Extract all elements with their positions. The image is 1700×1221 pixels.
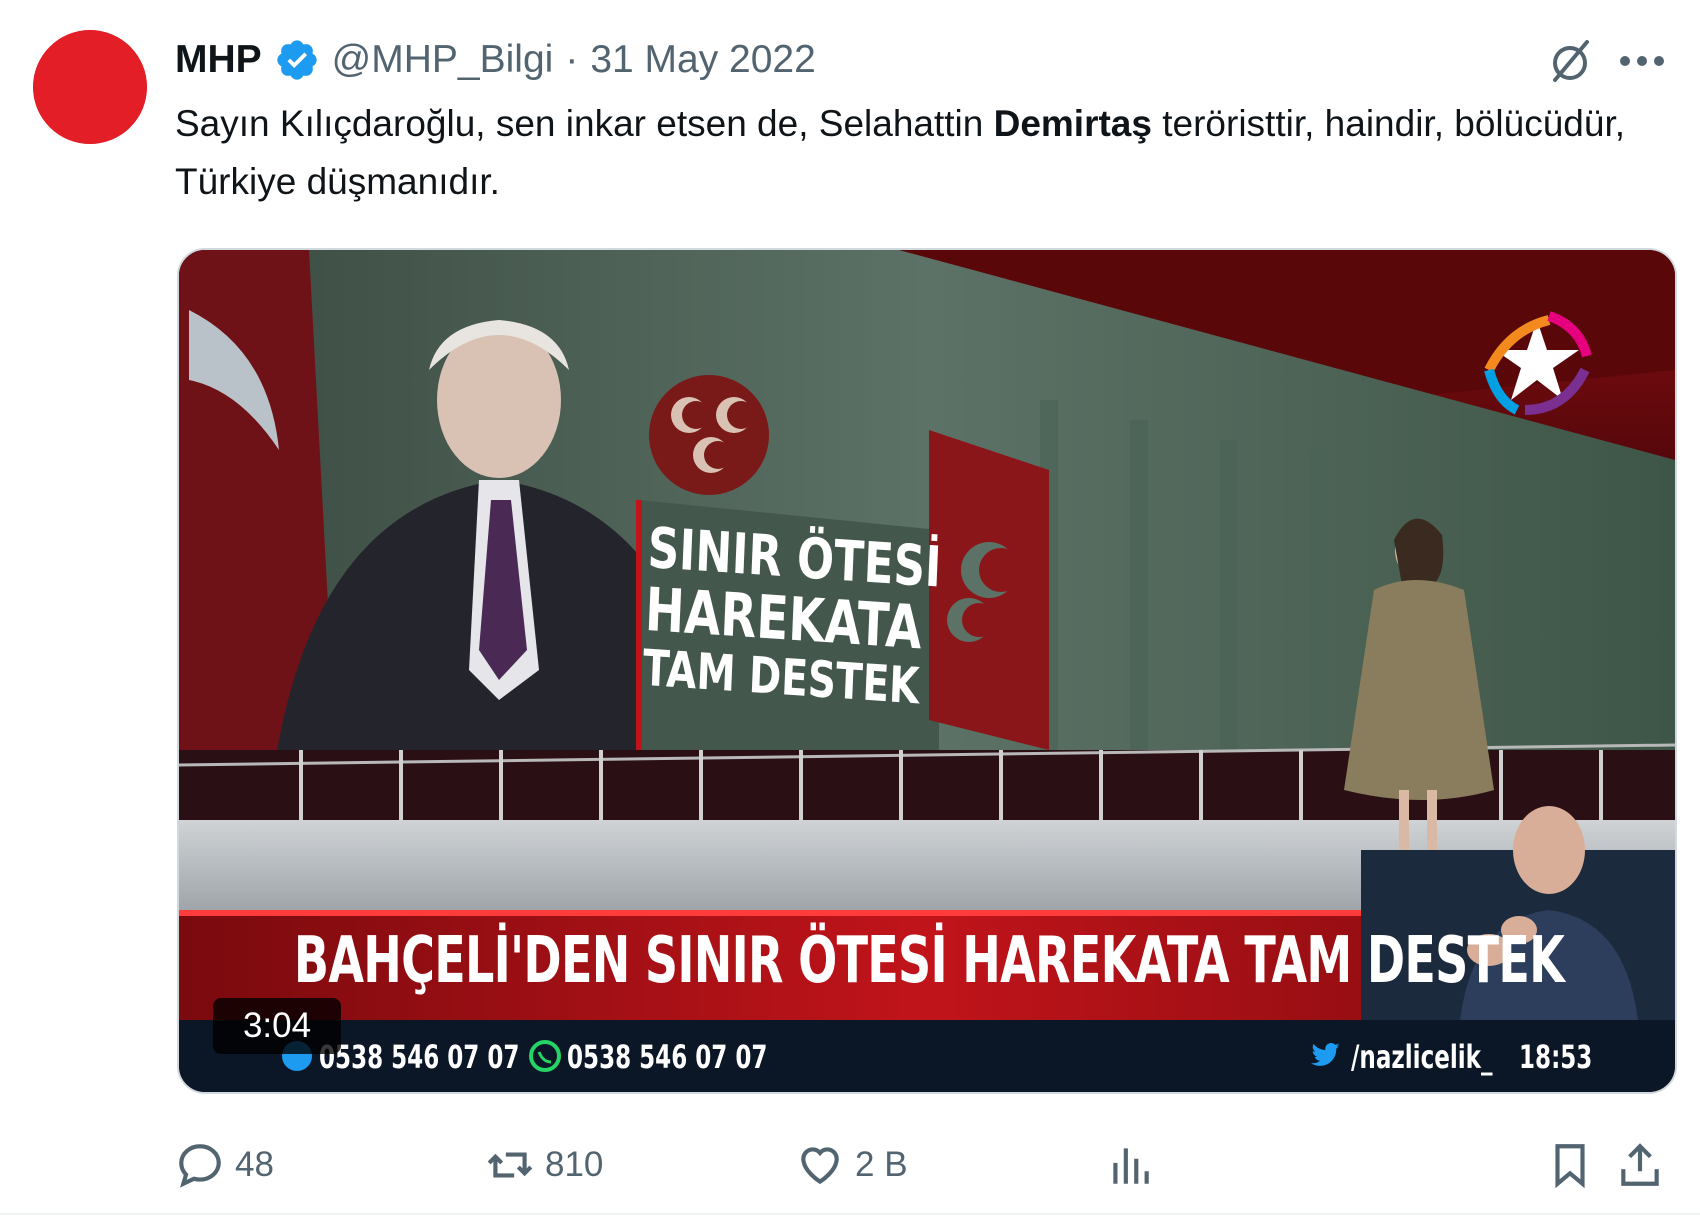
video-duration: 3:04 bbox=[213, 998, 341, 1054]
tweet-text: Sayın Kılıçdaroğlu, sen inkar etsen de, … bbox=[175, 95, 1655, 211]
ticker-phone-2: 0538 546 07 07 bbox=[567, 1038, 768, 1076]
action-bar: 48 810 2 B bbox=[175, 1130, 1675, 1200]
share-icon bbox=[1621, 1143, 1659, 1186]
separator-dot: · bbox=[565, 38, 579, 81]
whatsapp-icon bbox=[529, 1040, 561, 1072]
retweet-count: 810 bbox=[545, 1145, 604, 1184]
avatar[interactable] bbox=[33, 30, 147, 144]
tweet-date[interactable]: 31 May 2022 bbox=[590, 38, 816, 82]
author-handle[interactable]: @MHP_Bilgi bbox=[332, 38, 554, 82]
like-count: 2 B bbox=[855, 1145, 908, 1184]
ticker-phone-1: 0538 546 07 07 bbox=[319, 1038, 520, 1076]
tweet-header: MHP @MHP_Bilgi · 31 May 2022 bbox=[175, 30, 1700, 90]
heart-icon bbox=[801, 1147, 839, 1185]
reply-count: 48 bbox=[235, 1145, 274, 1184]
news-ticker: 0538 546 07 07 0538 546 07 07 /nazliceli… bbox=[179, 1020, 1675, 1092]
reply-icon bbox=[179, 1144, 221, 1188]
divider bbox=[0, 1213, 1700, 1215]
views-chart-icon bbox=[1113, 1148, 1149, 1184]
grok-icon[interactable] bbox=[1545, 36, 1595, 86]
more-options-icon[interactable] bbox=[1615, 36, 1669, 86]
author-name[interactable]: MHP bbox=[175, 38, 262, 82]
like-button[interactable]: 2 B bbox=[795, 1130, 908, 1200]
retweet-icon bbox=[487, 1152, 533, 1178]
bookmark-button[interactable] bbox=[1545, 1130, 1605, 1200]
share-button[interactable] bbox=[1615, 1130, 1675, 1200]
reply-button[interactable]: 48 bbox=[175, 1130, 274, 1200]
tweet-text-part: Sayın Kılıçdaroğlu, sen inkar etsen de, … bbox=[175, 103, 994, 144]
board-caption: SINIR ÖTESİ HAREKATA TAM DESTEK bbox=[642, 516, 943, 715]
ticker-clock: 18:53 bbox=[1519, 1038, 1593, 1076]
video-player[interactable]: SINIR ÖTESİ HAREKATA TAM DESTEK BAHÇELİ'… bbox=[177, 248, 1677, 1094]
verified-badge-icon bbox=[277, 40, 317, 80]
retweet-button[interactable]: 810 bbox=[485, 1130, 603, 1200]
ticker-twitter-handle: /nazlicelik_ bbox=[1351, 1038, 1493, 1076]
bookmark-icon bbox=[1555, 1144, 1585, 1189]
mhp-logo-icon bbox=[33, 30, 147, 144]
views-button[interactable] bbox=[1105, 1130, 1165, 1200]
twitter-bird-icon bbox=[1311, 1043, 1340, 1066]
tweet-text-bold: Demirtaş bbox=[993, 103, 1152, 144]
news-headline: BAHÇELİ'DEN SINIR ÖTESİ HAREKATA TAM DES… bbox=[293, 924, 1565, 998]
